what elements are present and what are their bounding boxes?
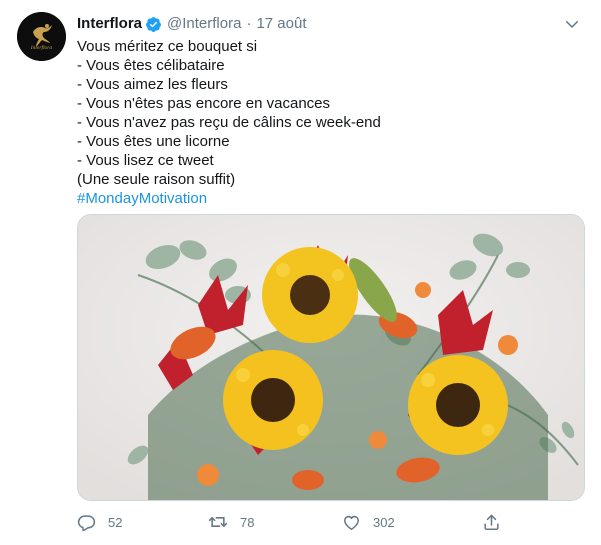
verified-badge-icon [145, 16, 162, 33]
share-button[interactable] [482, 508, 501, 536]
tweet-text-line: - Vous lisez ce tweet [77, 152, 214, 169]
tweet-text-line: - Vous êtes célibataire [77, 57, 225, 74]
tweet-photo[interactable] [77, 214, 585, 501]
reply-button[interactable]: 52 [77, 508, 122, 536]
avatar[interactable]: Interflora [17, 12, 66, 61]
heart-icon [342, 513, 361, 532]
tweet-text-line: (Une seule raison suffit) [77, 171, 236, 188]
tweet-actions: 52 78 302 [77, 508, 507, 536]
separator-dot: · [246, 15, 252, 32]
reply-icon [77, 513, 96, 532]
author-handle[interactable]: @Interflora [167, 14, 241, 34]
retweet-button[interactable]: 78 [208, 508, 254, 536]
tweet-text-line: - Vous n'avez pas reçu de câlins ce week… [77, 114, 381, 131]
interflora-logo-icon: Interflora [17, 12, 66, 61]
tweet-card[interactable]: Interflora Interflora @Interflora · 17 a… [0, 0, 601, 545]
svg-text:Interflora: Interflora [30, 44, 53, 51]
tweet-text-line: Vous méritez ce bouquet si [77, 38, 258, 55]
like-count: 302 [373, 514, 395, 530]
tweet-text-line: - Vous n'êtes pas encore en vacances [77, 95, 331, 112]
retweet-icon [208, 512, 228, 532]
author-name[interactable]: Interflora [77, 14, 142, 34]
share-icon [482, 513, 501, 532]
flower-bouquet-photo [78, 215, 584, 500]
reply-count: 52 [108, 514, 123, 530]
hashtag-link[interactable]: #MondayMotivation [77, 189, 577, 208]
retweet-count: 78 [240, 514, 255, 530]
chevron-down-icon[interactable] [563, 15, 581, 33]
tweet-text-line: - Vous êtes une licorne [77, 133, 230, 150]
tweet-header: Interflora @Interflora · 17 août [77, 13, 581, 35]
timestamp[interactable]: 17 août [256, 14, 306, 34]
tweet-text: Vous méritez ce bouquet si - Vous êtes c… [77, 37, 577, 208]
like-button[interactable]: 302 [342, 508, 395, 536]
tweet-text-line: - Vous aimez les fleurs [77, 76, 228, 93]
